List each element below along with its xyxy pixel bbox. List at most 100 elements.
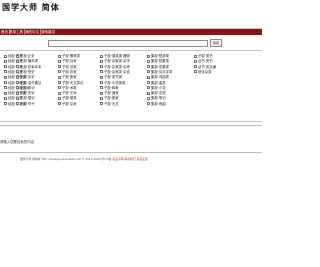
checkbox-box[interactable]: [58, 75, 61, 79]
checkbox-box[interactable]: [4, 65, 7, 69]
category-checkbox[interactable]: 子部·儒家类: [58, 54, 80, 58]
category-checkbox[interactable]: 子部·杂家类·杂说: [100, 70, 130, 74]
checkbox-box[interactable]: [58, 54, 61, 58]
category-checkbox[interactable]: 史部·时令: [16, 102, 35, 106]
category-checkbox[interactable]: 子部·释家: [100, 86, 119, 90]
checkbox-box[interactable]: [58, 102, 61, 106]
category-checkbox[interactable]: 子部·天文: [100, 102, 119, 106]
category-checkbox[interactable]: 子部·法家: [58, 65, 77, 69]
checkbox-box[interactable]: [16, 86, 19, 90]
checkbox-box[interactable]: [16, 75, 19, 79]
checkbox-box[interactable]: [58, 70, 61, 74]
category-checkbox[interactable]: 综合杂类: [194, 70, 212, 74]
category-checkbox[interactable]: 集部·别集类: [147, 59, 169, 63]
category-checkbox[interactable]: 子部·道家: [100, 91, 119, 95]
category-checkbox[interactable]: 史部·纪事本末: [16, 65, 41, 69]
category-checkbox[interactable]: 丛书·类书: [194, 59, 213, 63]
category-checkbox[interactable]: 子部·术数: [58, 86, 77, 90]
checkbox-box[interactable]: [147, 96, 150, 100]
checkbox-box[interactable]: [194, 59, 197, 63]
checkbox-box[interactable]: [16, 59, 19, 63]
checkbox-box[interactable]: [4, 70, 7, 74]
category-checkbox[interactable]: 子部·医家: [100, 96, 119, 100]
checkbox-box[interactable]: [147, 102, 150, 106]
checkbox-box[interactable]: [58, 91, 61, 95]
category-checkbox[interactable]: 史部·诏令奏议: [16, 81, 41, 85]
category-checkbox[interactable]: 集部·词曲类: [147, 75, 169, 79]
checkbox-box[interactable]: [4, 86, 7, 90]
checkbox-box[interactable]: [100, 102, 103, 106]
checkbox-box[interactable]: [100, 96, 103, 100]
category-checkbox[interactable]: 史部·杂史: [16, 75, 35, 79]
checkbox-box[interactable]: [4, 54, 7, 58]
checkbox-box[interactable]: [100, 91, 103, 95]
checkbox-box[interactable]: [16, 70, 19, 74]
checkbox-box[interactable]: [4, 96, 7, 100]
checkbox-box[interactable]: [4, 59, 7, 63]
category-checkbox[interactable]: 子部·杂家: [58, 102, 77, 106]
checkbox-box[interactable]: [16, 96, 19, 100]
category-checkbox[interactable]: 集部·小说: [147, 86, 166, 90]
category-checkbox[interactable]: 集部·曲类: [147, 81, 166, 85]
checkbox-box[interactable]: [100, 54, 103, 58]
category-checkbox[interactable]: 集部·诗文评类: [147, 70, 172, 74]
checkbox-box[interactable]: [100, 81, 103, 84]
checkbox-box[interactable]: [16, 91, 19, 95]
checkbox-box[interactable]: [194, 70, 197, 74]
checkbox-box[interactable]: [58, 65, 61, 69]
category-checkbox[interactable]: 集部·笔记: [147, 96, 166, 100]
checkbox-box[interactable]: [147, 86, 150, 90]
checkbox-box[interactable]: [100, 70, 103, 74]
category-checkbox[interactable]: 丛书·类丛编: [194, 65, 216, 69]
category-checkbox[interactable]: 史部·别史: [16, 70, 35, 74]
category-checkbox[interactable]: 集部·戏曲: [147, 102, 166, 106]
category-checkbox[interactable]: 史部·史钞: [16, 91, 35, 95]
checkbox-box[interactable]: [100, 75, 103, 79]
checkbox-box[interactable]: [147, 59, 150, 63]
checkbox-box[interactable]: [4, 91, 7, 95]
checkbox-box[interactable]: [4, 102, 7, 106]
checkbox-box[interactable]: [16, 65, 19, 69]
category-checkbox[interactable]: 子部·农家: [58, 70, 77, 74]
category-checkbox[interactable]: 子部·天文算法: [58, 81, 83, 85]
footer-links[interactable]: 免责声明 联系我们 意见反馈: [112, 157, 147, 161]
checkbox-box[interactable]: [147, 54, 150, 58]
checkbox-box[interactable]: [194, 65, 197, 69]
checkbox-box[interactable]: [58, 59, 61, 63]
checkbox-box[interactable]: [16, 81, 19, 84]
search-button[interactable]: 搜索: [210, 39, 222, 47]
checkbox-box[interactable]: [4, 81, 7, 84]
checkbox-box[interactable]: [100, 86, 103, 90]
query-textarea[interactable]: [0, 125, 262, 153]
site-logo[interactable]: 国学大师 简体: [2, 2, 60, 13]
checkbox-box[interactable]: [4, 75, 7, 79]
category-checkbox[interactable]: 子部·兵家: [58, 59, 77, 63]
category-checkbox[interactable]: 集部·志怪: [147, 91, 166, 95]
category-checkbox[interactable]: 子部·小说家类: [100, 81, 125, 85]
checkbox-box[interactable]: [16, 102, 19, 106]
category-checkbox[interactable]: 史部·载记: [16, 96, 35, 100]
category-checkbox[interactable]: 子部·艺术: [58, 91, 77, 95]
category-checkbox[interactable]: 集部·总集类: [147, 65, 169, 69]
category-checkbox[interactable]: 子部·杂家类·杂考: [100, 65, 130, 69]
checkbox-box[interactable]: [147, 70, 150, 74]
checkbox-box[interactable]: [58, 96, 61, 100]
nav-mine[interactable]: 我的中文: [24, 29, 41, 35]
search-input[interactable]: [48, 40, 208, 47]
category-checkbox[interactable]: 子部·类书类: [100, 75, 122, 79]
checkbox-box[interactable]: [147, 81, 150, 84]
checkbox-box[interactable]: [58, 86, 61, 90]
category-checkbox[interactable]: 子部·谱录: [58, 96, 77, 100]
category-checkbox[interactable]: 子部·类书: [194, 54, 213, 58]
checkbox-box[interactable]: [16, 54, 19, 58]
checkbox-box[interactable]: [147, 65, 150, 69]
checkbox-box[interactable]: [147, 75, 150, 79]
nav-suggest[interactable]: 搜索建议: [40, 29, 56, 35]
checkbox-box[interactable]: [147, 91, 150, 95]
category-checkbox[interactable]: 集部·楚辞类: [147, 54, 169, 58]
checkbox-box[interactable]: [100, 65, 103, 69]
category-checkbox[interactable]: 史部·传记: [16, 86, 35, 90]
category-checkbox[interactable]: 子部·杂家类·杂学: [100, 59, 130, 63]
category-checkbox[interactable]: 子部·谱录类·器物: [100, 54, 130, 58]
nav-tools[interactable]: 常用工具: [8, 29, 25, 35]
